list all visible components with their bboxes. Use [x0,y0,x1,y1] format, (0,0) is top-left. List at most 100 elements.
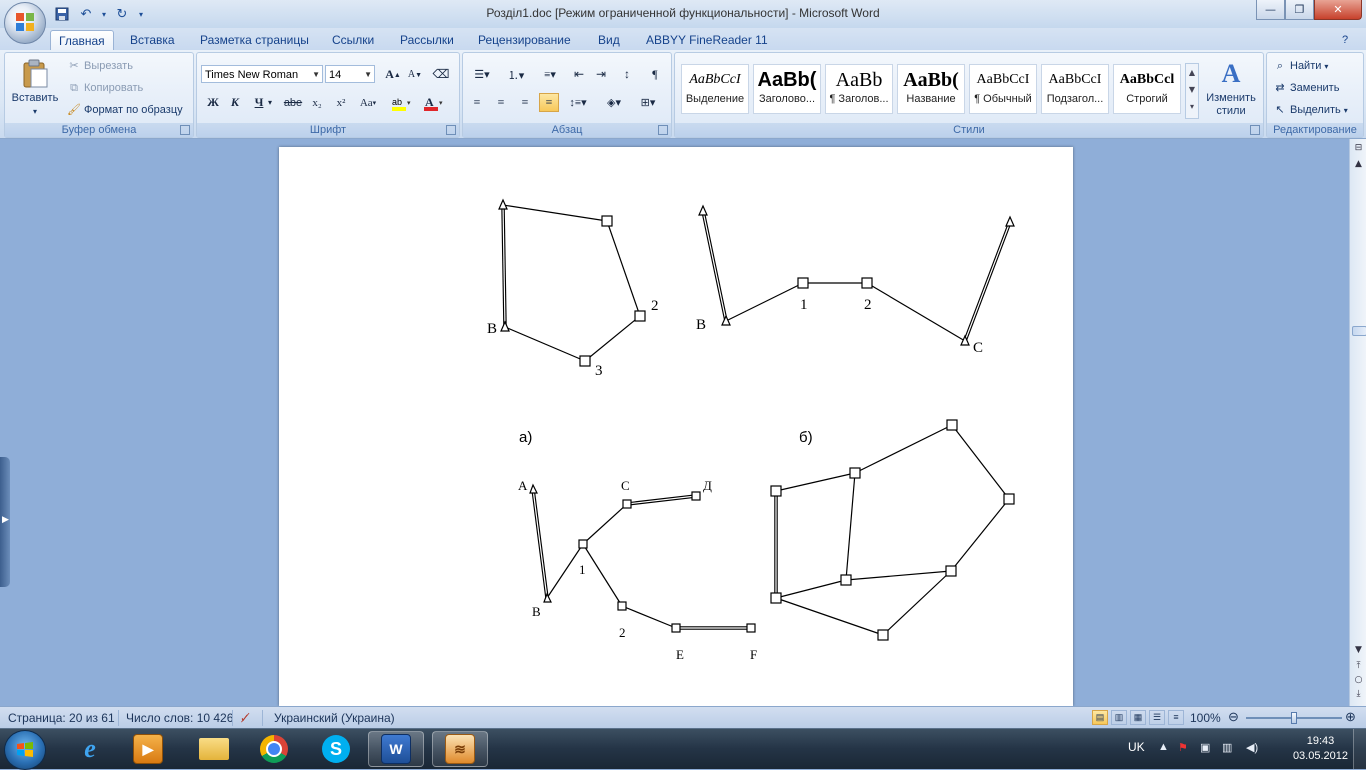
office-button[interactable] [4,2,46,44]
format-painter-button[interactable]: 🖌 Формат по образцу [67,103,183,117]
copy-button[interactable]: ⧉ Копировать [67,81,143,95]
show-desktop-button[interactable] [1353,729,1366,769]
styles-scroll[interactable]: ▲ ▼ ▾ [1185,63,1199,119]
cut-button[interactable]: ✂ Вырезать [67,59,133,73]
line-spacing-icon[interactable]: ↕≡▾ [565,93,591,112]
sort-icon[interactable]: ↕ [617,65,637,84]
explorer-folder-icon[interactable] [186,731,242,767]
close-button[interactable]: ✕ [1314,0,1362,20]
style-subtitle[interactable]: AaBbCcI Подзагол... [1041,64,1109,114]
paragraph-launcher-icon[interactable] [658,125,668,135]
style-title[interactable]: AaBb( Название [897,64,965,114]
restore-button[interactable]: ❐ [1285,0,1314,20]
underline-dropdown-icon[interactable]: ▾ [265,93,275,112]
action-center-icon[interactable]: ⚑ [1178,741,1188,754]
word-taskbar-icon[interactable]: W [368,731,424,767]
superscript-button[interactable]: x² [331,93,351,112]
clock[interactable]: 19:43 03.05.2012 [1293,734,1348,764]
internet-explorer-icon[interactable]: e [62,731,118,767]
full-screen-reading-icon[interactable]: ▥ [1111,710,1127,725]
tab-view[interactable]: Вид [590,30,628,50]
side-panel-toggle[interactable]: ▶ [0,457,10,587]
tab-review[interactable]: Рецензирование [470,30,579,50]
finereader-taskbar-icon[interactable]: ≋ [432,731,488,767]
replace-button[interactable]: ⇄ Заменить [1273,81,1339,95]
font-name-combo[interactable]: Times New Roman ▼ [201,65,323,83]
zoom-in-icon[interactable]: ⊕ [1345,709,1356,725]
borders-icon[interactable]: ⊞▾ [633,93,663,112]
grow-font-button[interactable]: A ▲ [383,65,403,84]
vertical-scrollbar[interactable]: ⊟ ▲ ▼ ⤒ ○ ⤓ [1349,139,1366,706]
outline-view-icon[interactable]: ☰ [1149,710,1165,725]
help-icon[interactable]: ? [1342,30,1348,50]
change-styles-button[interactable]: A Изменить стили [1203,59,1259,118]
language-indicator[interactable]: Украинский (Украина) [274,711,395,725]
tab-abbyy[interactable]: ABBYY FineReader 11 [638,30,776,50]
volume-icon[interactable]: ◀) [1246,741,1258,754]
paste-button[interactable]: Вставить ▾ [9,57,61,116]
italic-button[interactable]: К [225,93,245,112]
style-emphasis[interactable]: AaBbCcI Выделение [681,64,749,114]
tab-page-layout[interactable]: Разметка страницы [192,30,317,50]
skype-icon[interactable]: S [308,731,364,767]
scrollbar-thumb[interactable] [1352,326,1366,336]
font-launcher-icon[interactable] [446,125,456,135]
start-button[interactable] [4,730,46,770]
clear-formatting-icon[interactable]: ⌫ [431,65,451,84]
network-icon[interactable]: ▥ [1222,741,1232,754]
document-page[interactable]: 2 3 В В 1 2 С а) б) А В С Д 1 2 E F [279,147,1073,706]
style-strong[interactable]: AaBbCcl Строгий [1113,64,1181,114]
draft-view-icon[interactable]: ≡ [1168,710,1184,725]
styles-launcher-icon[interactable] [1250,125,1260,135]
prev-page-icon[interactable]: ⤒ [1351,659,1366,674]
highlight-button[interactable]: ab ▾ [389,93,415,112]
page-counter[interactable]: Страница: 20 из 61 [8,711,115,725]
font-color-button[interactable]: A ▾ [421,93,447,112]
ruler-toggle-icon[interactable]: ⊟ [1351,141,1366,156]
select-button[interactable]: ↖ Выделить ▾ [1273,103,1347,117]
clipboard-launcher-icon[interactable] [180,125,190,135]
keyboard-language[interactable]: UK [1128,740,1145,754]
style-heading2[interactable]: AaBb ¶ Заголов... [825,64,893,114]
style-normal[interactable]: AaBbCcI ¶ Обычный [969,64,1037,114]
minimize-button[interactable]: — [1256,0,1285,20]
numbering-icon[interactable]: ⒈▾ [501,65,531,84]
print-layout-view-icon[interactable]: ▤ [1092,710,1108,725]
show-marks-button[interactable]: ¶ [645,65,665,84]
chrome-icon[interactable] [246,731,302,767]
zoom-out-icon[interactable]: ⊖ [1228,709,1239,725]
spellcheck-icon[interactable]: ✓̸ [240,711,250,725]
align-right-icon[interactable]: ≡ [515,93,535,112]
device-icon[interactable]: ▣ [1200,741,1210,754]
bullets-icon[interactable]: ☰▾ [467,65,497,84]
subscript-button[interactable]: x₂ [307,93,327,112]
bold-button[interactable]: Ж [203,93,223,112]
tab-home[interactable]: Главная [50,30,114,51]
change-case-button[interactable]: Aa ▾ [355,93,381,112]
scroll-up-icon[interactable]: ▲ [1351,157,1366,172]
tab-references[interactable]: Ссылки [324,30,382,50]
decrease-indent-icon[interactable]: ⇤ [569,65,589,84]
align-center-icon[interactable]: ≡ [491,93,511,112]
show-hidden-icons-icon[interactable]: ▲ [1158,741,1169,753]
browse-object-icon[interactable]: ○ [1351,673,1366,688]
tab-mailings[interactable]: Рассылки [392,30,462,50]
align-left-icon[interactable]: ≡ [467,93,487,112]
font-size-combo[interactable]: 14 ▼ [325,65,375,83]
media-player-icon[interactable]: ▶ [120,731,176,767]
shading-icon[interactable]: ◈▾ [599,93,629,112]
web-layout-icon[interactable]: ▦ [1130,710,1146,725]
next-page-icon[interactable]: ⤓ [1351,687,1366,702]
word-count[interactable]: Число слов: 10 426 [126,711,233,725]
style-heading1[interactable]: AaBb( Заголово... [753,64,821,114]
increase-indent-icon[interactable]: ⇥ [591,65,611,84]
multilevel-list-icon[interactable]: ≡▾ [535,65,565,84]
scroll-down-icon[interactable]: ▼ [1351,643,1366,658]
zoom-slider-thumb[interactable] [1291,712,1297,724]
tab-insert[interactable]: Вставка [122,30,183,50]
zoom-level[interactable]: 100% [1190,711,1221,725]
shrink-font-button[interactable]: A ▼ [405,65,425,84]
strikethrough-button[interactable]: abe [283,93,303,112]
find-button[interactable]: ⌕ Найти ▾ [1273,59,1329,73]
justify-icon[interactable]: ≡ [539,93,559,112]
